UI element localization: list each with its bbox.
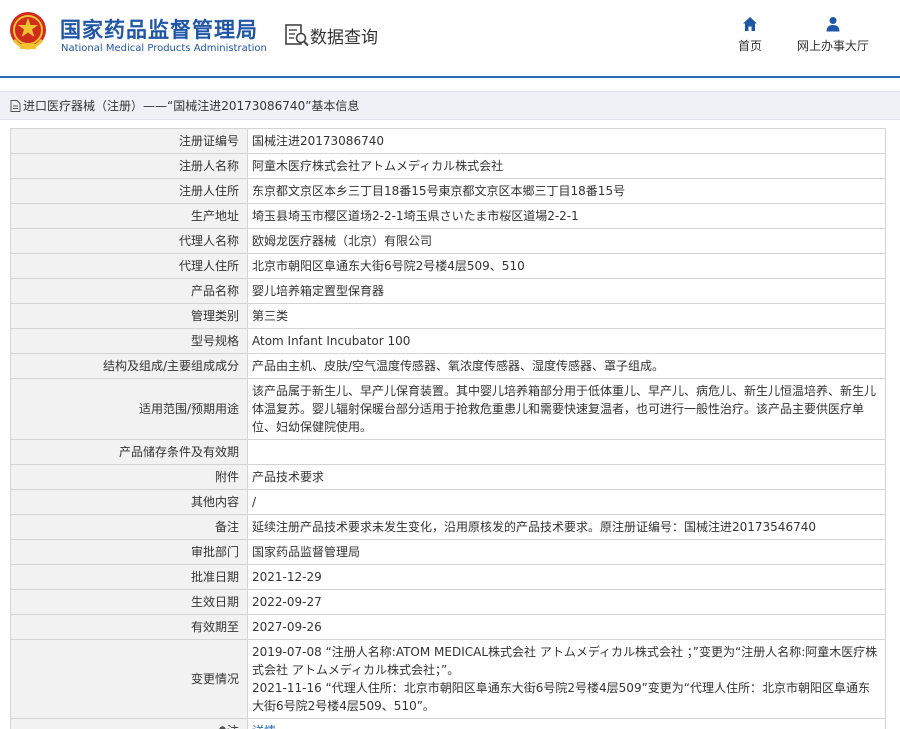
- field-value: 产品技术要求: [247, 464, 886, 490]
- table-row: 批准日期 2021-12-29: [10, 564, 886, 590]
- field-label: 型号规格: [10, 328, 248, 354]
- table-row: 其他内容 /: [10, 489, 886, 515]
- change-entry: 2021-11-16 “代理人住所：北京市朝阳区阜通东大街6号院2号楼4层509…: [252, 681, 871, 713]
- data-query-link[interactable]: 数据查询: [284, 22, 378, 48]
- field-value: 国家药品监督管理局: [247, 539, 886, 565]
- national-emblem-logo: [10, 12, 46, 50]
- data-query-label: 数据查询: [310, 27, 378, 48]
- field-value: 北京市朝阳区阜通东大街6号院2号楼4层509、510: [247, 253, 886, 279]
- field-label: 注册人名称: [10, 153, 248, 179]
- site-subtitle: National Medical Products Administration: [61, 43, 267, 54]
- field-label: 注册人住所: [10, 178, 248, 204]
- field-label: 适用范围/预期用途: [10, 378, 248, 440]
- nav-online-hall-label: 网上办事大厅: [797, 39, 870, 53]
- table-row: 审批部门 国家药品监督管理局: [10, 539, 886, 565]
- table-row: 注册证编号 国械注进20173086740: [10, 128, 886, 154]
- note-label-cell: 注: [10, 718, 248, 729]
- field-label: 生产地址: [10, 203, 248, 229]
- registration-detail-table: 注册证编号 国械注进20173086740 注册人名称 阿童木医疗株式会社アトムメデ…: [10, 128, 886, 729]
- table-row: 型号规格 Atom Infant Incubator 100: [10, 328, 886, 354]
- field-label: 管理类别: [10, 303, 248, 329]
- document-icon: [10, 99, 21, 112]
- table-row: 代理人住所 北京市朝阳区阜通东大街6号院2号楼4层509、510: [10, 253, 886, 279]
- field-label: 有效期至: [10, 614, 248, 640]
- field-value: 国械注进20173086740: [247, 128, 886, 154]
- table-row: 备注 延续注册产品技术要求未发生变化，沿用原核发的产品技术要求。原注册证编号：国械…: [10, 514, 886, 540]
- table-row: 管理类别 第三类: [10, 303, 886, 329]
- field-label: 生效日期: [10, 589, 248, 615]
- field-value: 该产品属于新生儿、早产儿保育装置。其中婴儿培养箱部分用于低体重儿、早产儿、病危儿…: [247, 378, 886, 440]
- table-row: 附件 产品技术要求: [10, 464, 886, 490]
- field-value: /: [247, 489, 886, 515]
- field-label: 其他内容: [10, 489, 248, 515]
- change-history: 2019-07-08 “注册人名称:ATOM MEDICAL株式会社 アトムメデ…: [247, 639, 886, 719]
- nav-home-label: 首页: [738, 39, 763, 53]
- field-label: 批准日期: [10, 564, 248, 590]
- field-label: 结构及组成/主要组成成分: [10, 353, 248, 379]
- field-label: 产品名称: [10, 278, 248, 304]
- field-value: 阿童木医疗株式会社アトムメディカル株式会社: [247, 153, 886, 179]
- table-row: 产品名称 婴儿培养箱定置型保育器: [10, 278, 886, 304]
- table-row: 注 详情: [10, 718, 886, 729]
- field-label: 变更情况: [10, 639, 248, 719]
- breadcrumb-text: 进口医疗器械（注册）——“国械注进20173086740”基本信息: [23, 99, 360, 113]
- table-row: 有效期至 2027-09-26: [10, 614, 886, 640]
- field-value: 埼玉县埼玉市樱区道场2-2-1埼玉県さいたま市桜区道場2-2-1: [247, 203, 886, 229]
- table-row: 结构及组成/主要组成成分 产品由主机、皮肤/空气温度传感器、氧浓度传感器、湿度传感…: [10, 353, 886, 379]
- table-row: 生效日期 2022-09-27: [10, 589, 886, 615]
- field-value: 婴儿培养箱定置型保育器: [247, 278, 886, 304]
- field-value: 2022-09-27: [247, 589, 886, 615]
- field-value: 2021-12-29: [247, 564, 886, 590]
- table-row: 代理人名称 欧姆龙医疗器械（北京）有限公司: [10, 228, 886, 254]
- nav-online-hall[interactable]: 网上办事大厅: [797, 16, 869, 54]
- note-label: 注: [227, 724, 239, 729]
- field-label: 备注: [10, 514, 248, 540]
- field-value: 2027-09-26: [247, 614, 886, 640]
- user-icon: [826, 17, 840, 32]
- field-label: 代理人名称: [10, 228, 248, 254]
- table-row: 产品储存条件及有效期: [10, 439, 886, 465]
- table-row: 生产地址 埼玉县埼玉市樱区道场2-2-1埼玉県さいたま市桜区道場2-2-1: [10, 203, 886, 229]
- field-value: [247, 439, 886, 465]
- site-title: 国家药品监督管理局: [60, 18, 258, 42]
- table-row: 注册人名称 阿童木医疗株式会社アトムメディカル株式会社: [10, 153, 886, 179]
- home-icon: [743, 17, 757, 31]
- field-value: 产品由主机、皮肤/空气温度传感器、氧浓度传感器、湿度传感器、罩子组成。: [247, 353, 886, 379]
- change-entry: 2019-07-08 “注册人名称:ATOM MEDICAL株式会社 アトムメデ…: [252, 645, 878, 677]
- table-row: 变更情况 2019-07-08 “注册人名称:ATOM MEDICAL株式会社 …: [10, 639, 886, 719]
- field-value: Atom Infant Incubator 100: [247, 328, 886, 354]
- field-value: 延续注册产品技术要求未发生变化，沿用原核发的产品技术要求。原注册证编号：国械注进…: [247, 514, 886, 540]
- field-label: 注册证编号: [10, 128, 248, 154]
- field-value: 第三类: [247, 303, 886, 329]
- field-label: 代理人住所: [10, 253, 248, 279]
- field-value: 东京都文京区本乡三丁目18番15号東京都文京区本郷三丁目18番15号: [247, 178, 886, 204]
- note-value: 详情: [247, 718, 886, 729]
- nav-home[interactable]: 首页: [738, 16, 762, 54]
- table-row: 适用范围/预期用途 该产品属于新生儿、早产儿保育装置。其中婴儿培养箱部分用于低体重…: [10, 378, 886, 440]
- field-label: 审批部门: [10, 539, 248, 565]
- field-label: 附件: [10, 464, 248, 490]
- field-label: 产品储存条件及有效期: [10, 439, 248, 465]
- breadcrumb: 进口医疗器械（注册）——“国械注进20173086740”基本信息: [0, 91, 900, 120]
- details-link[interactable]: 详情: [252, 724, 276, 729]
- data-query-icon: [285, 24, 309, 47]
- table-row: 注册人住所 东京都文京区本乡三丁目18番15号東京都文京区本郷三丁目18番15号: [10, 178, 886, 204]
- header-divider: [0, 76, 900, 78]
- field-value: 欧姆龙医疗器械（北京）有限公司: [247, 228, 886, 254]
- site-header: 国家药品监督管理局 National Medical Products Admi…: [0, 0, 900, 76]
